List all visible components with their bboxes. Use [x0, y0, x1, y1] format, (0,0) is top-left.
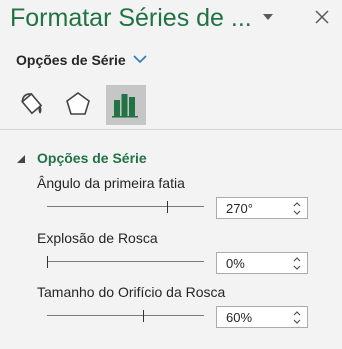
- spinner-value[interactable]: 60%: [226, 310, 252, 325]
- spin-up-icon[interactable]: [292, 309, 302, 317]
- close-icon[interactable]: [313, 8, 331, 26]
- pane-title: Formatar Séries de ...: [10, 4, 252, 32]
- doughnut-explosion-slider[interactable]: [47, 256, 204, 268]
- tab-effects[interactable]: [58, 85, 98, 125]
- section-title[interactable]: Opções de Série: [37, 150, 147, 166]
- paint-bucket-icon: [21, 92, 43, 115]
- spin-up-icon[interactable]: [292, 200, 302, 208]
- first-slice-angle-label: Ângulo da primeira fatia: [37, 175, 185, 191]
- series-options-dropdown[interactable]: Opções de Série: [16, 52, 126, 68]
- doughnut-explosion-spinner[interactable]: 0%: [216, 252, 308, 274]
- slider-track: [47, 315, 204, 316]
- divider: [0, 129, 342, 130]
- chevron-down-icon[interactable]: [133, 55, 147, 64]
- first-slice-angle-spinner[interactable]: 270°: [216, 197, 308, 219]
- doughnut-hole-size-label: Tamanho do Orifício da Rosca: [37, 284, 226, 300]
- spin-down-icon[interactable]: [292, 209, 302, 217]
- slider-thumb[interactable]: [167, 201, 168, 213]
- tab-fill-line[interactable]: [12, 85, 52, 125]
- slider-thumb[interactable]: [47, 256, 48, 268]
- spinner-value[interactable]: 270°: [226, 201, 253, 216]
- doughnut-hole-size-slider[interactable]: [47, 310, 204, 322]
- first-slice-angle-slider[interactable]: [47, 201, 204, 213]
- collapse-section-icon[interactable]: [17, 155, 26, 164]
- slider-track: [47, 206, 204, 207]
- pentagon-icon: [66, 92, 90, 115]
- spin-up-icon[interactable]: [292, 255, 302, 263]
- doughnut-explosion-label: Explosão de Rosca: [37, 230, 158, 246]
- pane-options-dropdown-icon[interactable]: [263, 14, 273, 22]
- tab-series-options[interactable]: [106, 85, 146, 125]
- slider-thumb[interactable]: [143, 310, 144, 322]
- spin-down-icon[interactable]: [292, 264, 302, 272]
- format-series-pane: Formatar Séries de ... Opções de Série O…: [0, 0, 342, 349]
- spin-down-icon[interactable]: [292, 318, 302, 326]
- slider-track: [47, 261, 204, 262]
- doughnut-hole-size-spinner[interactable]: 60%: [216, 306, 308, 328]
- spinner-value[interactable]: 0%: [226, 256, 245, 271]
- bar-chart-icon: [112, 94, 138, 118]
